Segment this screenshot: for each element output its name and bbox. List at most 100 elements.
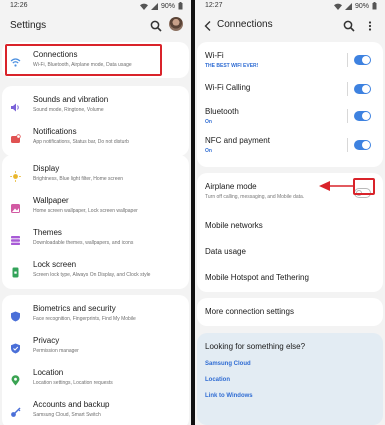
settings-item-subtitle: Location settings, Location requests [33, 380, 113, 386]
link-location[interactable]: Location [205, 377, 230, 383]
settings-item-title: Lock screen [33, 260, 77, 269]
link-samsung-cloud[interactable]: Samsung Cloud [205, 361, 251, 367]
connections-highlight [5, 44, 162, 76]
suggestions-title: Looking for something else? [205, 342, 306, 351]
status-time: 12:27 [205, 2, 223, 9]
connections-screen: 12:27 90% Connections Wi-Fi THE BEST WIFI… [195, 0, 385, 425]
settings-item-title: Biometrics and security [33, 304, 116, 313]
divider [347, 53, 348, 67]
battery-icon [372, 2, 377, 10]
divider [347, 138, 348, 152]
setting-mobile-hotspot-and-tethering[interactable]: Mobile Hotspot and Tethering [197, 269, 383, 289]
bluetooth-toggle[interactable] [354, 111, 371, 121]
toggle-knob [362, 56, 370, 64]
settings-item-themes[interactable]: Themes Downloadable themes, wallpapers, a… [2, 225, 189, 253]
key-icon [10, 405, 21, 417]
settings-item-sounds-and-vibration[interactable]: Sounds and vibration Sound mode, Ringtone… [2, 92, 189, 120]
search-icon[interactable] [343, 19, 355, 32]
annotation-arrow [319, 181, 353, 191]
setting-status: On [205, 148, 212, 154]
sun-icon [10, 169, 21, 182]
settings-item-title: Sounds and vibration [33, 95, 109, 104]
back-icon[interactable] [203, 19, 213, 31]
settings-group: Display Brightness, Blue light filter, Ho… [2, 155, 189, 289]
more-settings-card: More connection settings [197, 298, 383, 326]
setting-more-connection-settings[interactable]: More connection settings [197, 298, 383, 326]
battery-percent: 90% [354, 2, 369, 10]
privacy-icon [10, 341, 21, 354]
status-time: 12:26 [10, 2, 28, 9]
volume-icon [10, 100, 21, 112]
setting-title: Airplane mode [205, 182, 257, 191]
search-icon[interactable] [150, 19, 162, 32]
notification-icon [10, 132, 21, 143]
settings-item-biometrics-and-security[interactable]: Biometrics and security Face recognition,… [2, 301, 189, 329]
settings-item-accounts-and-backup[interactable]: Accounts and backup Samsung Cloud, Smart … [2, 397, 189, 425]
settings-item-lock-screen[interactable]: Lock screen Screen lock type, Always On D… [2, 257, 189, 285]
setting-nfc-and-payment[interactable]: NFC and payment On [197, 135, 383, 161]
setting-title: Mobile networks [205, 221, 263, 230]
setting-description: Turn off calling, messaging, and Mobile … [205, 194, 305, 200]
battery-icon [178, 2, 183, 10]
setting-wi-fi[interactable]: Wi-Fi THE BEST WIFI EVER! [197, 50, 383, 76]
setting-status: THE BEST WIFI EVER! [205, 63, 259, 69]
settings-item-title: Location [33, 368, 64, 377]
divider [347, 109, 348, 123]
settings-item-title: Wallpaper [33, 196, 69, 205]
settings-item-title: Notifications [33, 127, 77, 136]
settings-item-subtitle: Sound mode, Ringtone, Volume [33, 107, 104, 113]
settings-screen: 12:26 90% Settings Connections Wi-Fi, Blu… [0, 0, 191, 425]
settings-item-subtitle: Screen lock type, Always On Display, and… [33, 272, 151, 278]
settings-item-privacy[interactable]: Privacy Permission manager [2, 333, 189, 361]
settings-group: Biometrics and security Face recognition,… [2, 295, 189, 425]
wifi-status-icon [139, 3, 148, 10]
setting-bluetooth[interactable]: Bluetooth On [197, 106, 383, 132]
settings-item-subtitle: Downloadable themes, wallpapers, and ico… [33, 240, 134, 246]
settings-item-subtitle: Home screen wallpaper, Lock screen wallp… [33, 208, 138, 214]
link-to-windows[interactable]: Link to Windows [205, 393, 253, 399]
setting-title: Wi-Fi [205, 51, 224, 60]
settings-item-display[interactable]: Display Brightness, Blue light filter, Ho… [2, 161, 189, 189]
settings-item-wallpaper[interactable]: Wallpaper Home screen wallpaper, Lock scr… [2, 193, 189, 221]
airplane-toggle-highlight [353, 178, 375, 195]
settings-item-title: Display [33, 164, 60, 173]
location-icon [10, 373, 21, 386]
avatar[interactable] [169, 17, 183, 31]
settings-item-notifications[interactable]: Notifications App notifications, Status b… [2, 124, 189, 152]
lock-screen-icon [10, 265, 21, 278]
setting-title: Wi-Fi Calling [205, 83, 251, 92]
wi-fi-toggle[interactable] [354, 55, 371, 65]
status-bar: 12:26 90% [0, 0, 191, 12]
settings-item-subtitle: App notifications, Status bar, Do not di… [33, 139, 129, 145]
wifi-status-icon [333, 3, 342, 10]
setting-status: On [205, 119, 212, 125]
page-title: Settings [10, 20, 47, 31]
shield-icon [10, 309, 21, 322]
signal-icon [344, 2, 352, 10]
wallpaper-icon [10, 201, 21, 213]
settings-item-subtitle: Face recognition, Fingerprints, Find My … [33, 316, 136, 322]
setting-data-usage[interactable]: Data usage [197, 243, 383, 263]
battery-percent: 90% [160, 2, 175, 10]
themes-icon [10, 233, 21, 245]
toggle-knob [362, 85, 370, 93]
settings-item-title: Accounts and backup [33, 400, 110, 409]
setting-title: NFC and payment [205, 136, 270, 145]
toggle-settings-card: Wi-Fi THE BEST WIFI EVER! Wi-Fi Calling Blu… [197, 42, 383, 167]
wi-fi-calling-toggle[interactable] [354, 84, 371, 94]
divider [347, 82, 348, 96]
setting-mobile-networks[interactable]: Mobile networks [197, 217, 383, 237]
setting-wi-fi-calling[interactable]: Wi-Fi Calling [197, 79, 383, 105]
toggle-knob [362, 141, 370, 149]
settings-item-location[interactable]: Location Location settings, Location requ… [2, 365, 189, 393]
setting-title: Data usage [205, 247, 246, 256]
more-options-icon[interactable] [367, 19, 373, 31]
settings-item-title: Themes [33, 228, 62, 237]
setting-title: Bluetooth [205, 107, 239, 116]
settings-group: Sounds and vibration Sound mode, Ringtone… [2, 86, 189, 156]
settings-item-title: Privacy [33, 336, 60, 345]
status-bar: 12:27 90% [195, 0, 385, 12]
settings-item-subtitle: Samsung Cloud, Smart Switch [33, 412, 101, 418]
settings-item-subtitle: Permission manager [33, 348, 79, 354]
nfc-and-payment-toggle[interactable] [354, 140, 371, 150]
